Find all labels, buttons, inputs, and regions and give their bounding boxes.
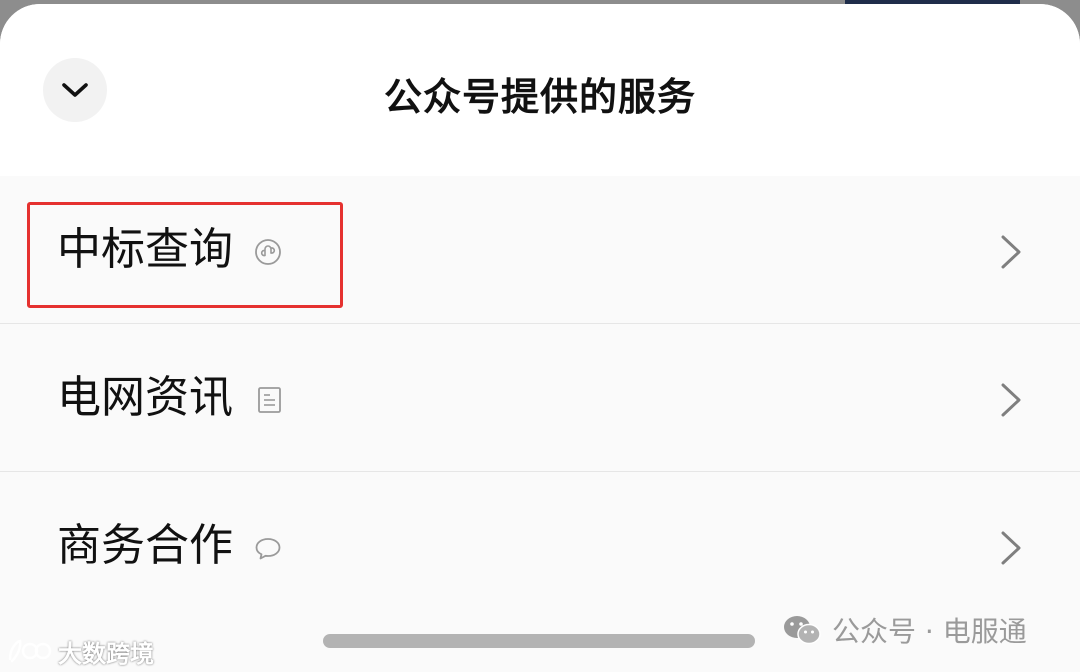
watermark-text: 大数跨境 [58,639,154,668]
home-indicator[interactable] [323,634,755,648]
service-item-label: 商务合作 [57,520,233,571]
bottom-sheet: 公众号提供的服务 中标查询 电网资讯 商务合作 [0,4,1080,672]
service-item-zhongbiao-query[interactable]: 中标查询 [0,176,1080,323]
brand-logo-icon [8,639,52,663]
message-bubble-icon [255,538,281,560]
chevron-right-icon [1001,531,1021,565]
highlight-box [27,202,343,308]
watermark-text: 公众号 · 电服通 [832,615,1027,648]
chevron-right-icon [1001,235,1021,269]
watermark-brand: 大数跨境 [6,634,154,668]
sheet-title: 公众号提供的服务 [383,75,696,119]
service-item-business-cooperation[interactable]: 商务合作 [0,471,1080,619]
service-item-label: 电网资讯 [57,372,233,423]
service-list: 中标查询 电网资讯 商务合作 [0,176,1080,672]
watermark-wechat-account: 公众号 · 电服通 [782,610,1027,650]
article-icon [258,387,281,413]
wechat-icon [784,616,821,645]
sheet-header: 公众号提供的服务 [0,4,1080,176]
chevron-right-icon [1001,383,1021,417]
service-item-grid-news[interactable]: 电网资讯 [0,323,1080,471]
